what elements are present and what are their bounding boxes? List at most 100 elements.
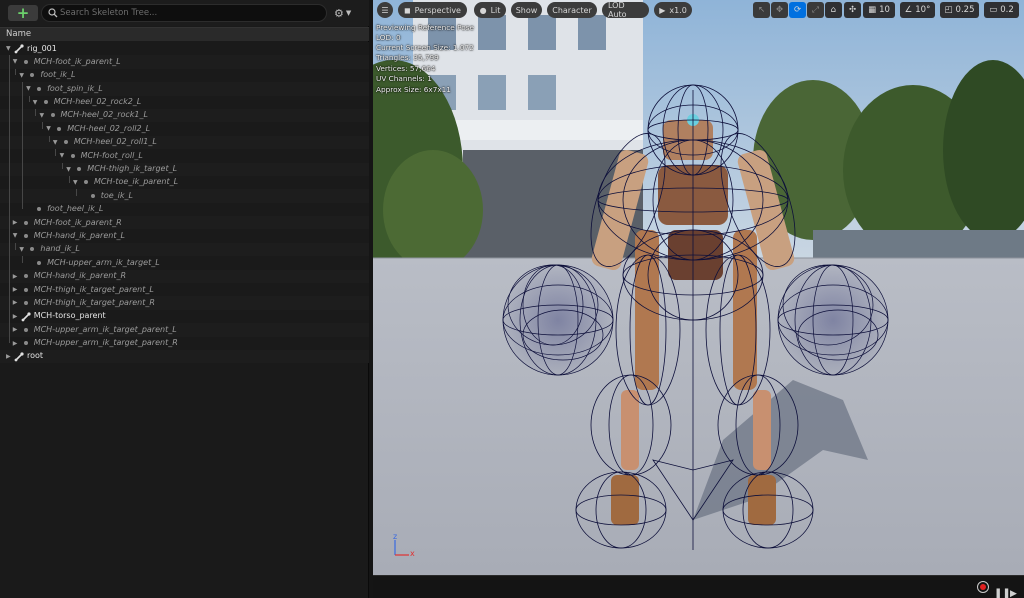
bone-dot-icon	[50, 113, 55, 118]
rotate-mode-button[interactable]: ⟳	[789, 2, 806, 18]
tree-row[interactable]: ▶ MCH-thigh_ik_target_parent_R	[0, 296, 369, 310]
tree-row[interactable]: ▼ MCH-toe_ik_parent_L	[0, 175, 369, 190]
pause-button[interactable]: ❚❚	[994, 581, 1011, 598]
play-forward-button[interactable]: ▶	[1010, 581, 1022, 598]
tree-row-label: foot_ik_L	[40, 70, 76, 80]
collapse-arrow-icon[interactable]: ▼	[6, 45, 11, 52]
skeleton-tree-toolbar: + ⚙ ▼	[0, 0, 369, 26]
tree-row[interactable]: ▼ MCH-foot_ik_parent_L	[0, 55, 369, 69]
select-mode-button[interactable]: ↖	[753, 2, 770, 18]
collapse-arrow-icon[interactable]: ▼	[13, 232, 18, 239]
tree-guide-line	[21, 82, 23, 210]
collapse-arrow-icon[interactable]: ▼	[60, 152, 65, 159]
collapse-arrow-icon[interactable]: ▼	[13, 58, 18, 65]
tree-row[interactable]: ▼ foot_spin_ik_L	[0, 82, 369, 96]
search-input[interactable]	[60, 6, 320, 20]
expand-arrow-icon[interactable]: ▶	[13, 299, 18, 306]
tree-row[interactable]: ▶ MCH-torso_parent	[0, 309, 369, 324]
tree-row[interactable]: ▶ root	[0, 349, 369, 364]
bone-icon	[14, 44, 24, 54]
pause-icon: ❚❚	[994, 588, 1011, 598]
add-button[interactable]: +	[8, 5, 38, 21]
bone-dot-icon	[37, 207, 42, 212]
bone-dot-icon	[23, 220, 28, 225]
move-icon: ✥	[775, 5, 784, 15]
tree-row[interactable]: ▼ MCH-heel_02_rock2_L	[0, 95, 369, 109]
viewport-menu-button[interactable]: ☰	[377, 2, 393, 18]
tree-guide-line	[62, 162, 64, 170]
lod-button[interactable]: LOD Auto	[602, 1, 649, 19]
column-header-name: Name	[6, 29, 32, 39]
record-icon	[980, 584, 986, 590]
scale-mode-button[interactable]: ⤢	[807, 2, 824, 18]
tree-row[interactable]: ▼ MCH-heel_02_roll1_L	[0, 135, 369, 150]
tree-row-label: MCH-heel_02_rock1_L	[60, 110, 148, 120]
expand-arrow-icon[interactable]: ▶	[13, 286, 18, 293]
playback-speed-button[interactable]: ▶ x1.0	[654, 2, 692, 18]
viewport[interactable]: z x ☰ ◼ Perspective ● Lit Show Character L…	[373, 0, 1024, 575]
tree-row[interactable]: ▶ MCH-foot_ik_parent_R	[0, 216, 369, 230]
expand-arrow-icon[interactable]: ▶	[13, 273, 18, 280]
tree-row[interactable]: ▶ MCH-hand_ik_parent_R	[0, 269, 369, 284]
lit-label: Lit	[490, 5, 501, 15]
info-line: LOD: 0	[376, 33, 401, 42]
collapse-arrow-icon[interactable]: ▼	[33, 99, 38, 106]
expand-arrow-icon[interactable]: ▶	[13, 313, 18, 320]
collapse-arrow-icon[interactable]: ▼	[19, 72, 24, 79]
collapse-arrow-icon[interactable]: ▼	[40, 112, 45, 119]
coordinate-system-button[interactable]: ⌂	[825, 2, 842, 18]
hand-sphere-right[interactable]	[777, 264, 889, 376]
tree-row-label: MCH-foot_roll_L	[80, 150, 143, 160]
tree-row[interactable]: ▼ MCH-hand_ik_parent_L	[0, 229, 369, 243]
tree-row[interactable]: MCH-upper_arm_ik_target_L	[0, 256, 369, 270]
info-line: Previewing Reference Pose	[376, 23, 474, 32]
tree-row[interactable]: ▶ MCH-upper_arm_ik_target_parent_L	[0, 323, 369, 337]
persona-editor: + ⚙ ▼ Name ▼ rig_001 ▼ MCH-foot_ik_parent_L…	[0, 0, 1024, 598]
expand-arrow-icon[interactable]: ▶	[13, 219, 18, 226]
search-box[interactable]	[41, 4, 327, 22]
lod-label: LOD Auto	[608, 1, 627, 19]
expand-arrow-icon[interactable]: ▶	[6, 353, 11, 360]
expand-arrow-icon[interactable]: ▶	[13, 326, 18, 333]
collapse-arrow-icon[interactable]: ▼	[73, 179, 78, 186]
settings-button[interactable]: ⚙ ▼	[334, 5, 360, 21]
tree-row[interactable]: ▼ MCH-heel_02_rock1_L	[0, 108, 369, 123]
tree-row[interactable]: ▶ MCH-upper_arm_ik_target_parent_R	[0, 336, 369, 350]
axis-x-label: x	[410, 549, 415, 558]
collapse-arrow-icon[interactable]: ▼	[66, 166, 71, 173]
column-header[interactable]: Name	[0, 27, 369, 41]
bone-dot-icon	[37, 86, 42, 91]
tree-row[interactable]: foot_heel_ik_L	[0, 202, 369, 217]
character-button[interactable]: Character	[547, 2, 597, 18]
tree-guide-line	[75, 189, 77, 197]
grid-snap-value: 10	[879, 5, 890, 15]
surface-snap-button[interactable]: ✣	[844, 2, 861, 18]
tree-row[interactable]: ▶ MCH-thigh_ik_target_parent_L	[0, 283, 369, 297]
bone-dot-icon	[43, 100, 48, 105]
bone-dot-icon	[37, 260, 42, 265]
tree-row[interactable]: ▼ MCH-thigh_ik_target_L	[0, 162, 369, 176]
tree-row[interactable]: ▼ hand_ik_L	[0, 242, 369, 257]
expand-arrow-icon[interactable]: ▶	[13, 340, 18, 347]
grid-snap-button[interactable]: ▦ 10	[863, 2, 895, 18]
show-button[interactable]: Show	[511, 2, 542, 18]
collapse-arrow-icon[interactable]: ▼	[53, 139, 58, 146]
bone-dot-icon	[30, 73, 35, 78]
collapse-arrow-icon[interactable]: ▼	[19, 246, 24, 253]
collapse-arrow-icon[interactable]: ▼	[26, 85, 31, 92]
record-button[interactable]	[977, 581, 989, 593]
tree-row[interactable]: toe_ik_L	[0, 189, 369, 203]
perspective-button[interactable]: ◼ Perspective	[398, 2, 467, 18]
lit-button[interactable]: ● Lit	[474, 2, 506, 18]
tree-row[interactable]: ▼ MCH-heel_02_roll2_L	[0, 122, 369, 136]
cursor-icon: ↖	[757, 5, 766, 15]
scale-snap-button[interactable]: ◰ 0.25	[940, 2, 979, 18]
rotation-snap-button[interactable]: ∠ 10°	[900, 2, 935, 18]
collapse-arrow-icon[interactable]: ▼	[46, 125, 51, 132]
hand-sphere-left[interactable]	[502, 264, 614, 376]
camera-speed-button[interactable]: ▭ 0.2	[984, 2, 1019, 18]
bone-dot-icon	[70, 153, 75, 158]
tree-row[interactable]: ▼ foot_ik_L	[0, 68, 369, 83]
translate-mode-button[interactable]: ✥	[771, 2, 788, 18]
tree-row[interactable]: ▼ rig_001	[0, 42, 369, 56]
